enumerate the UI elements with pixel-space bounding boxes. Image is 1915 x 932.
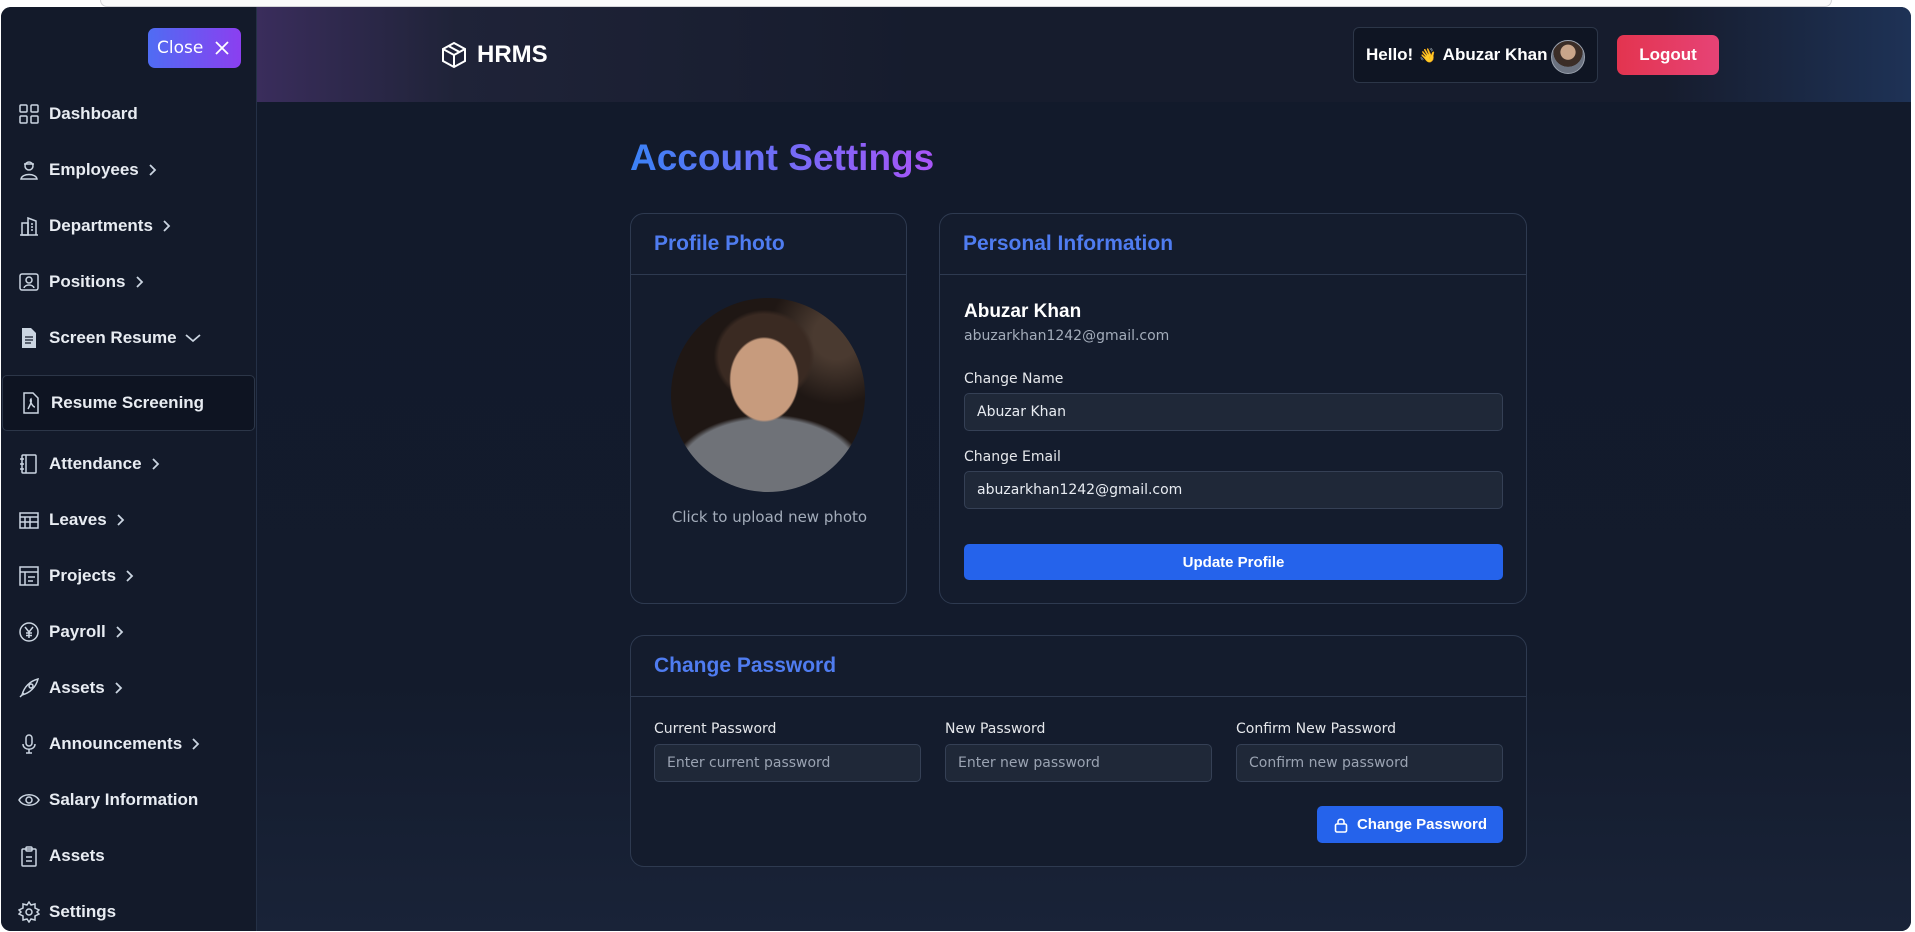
change-name-input[interactable] <box>964 393 1503 431</box>
sidebar-item-label: Payroll <box>49 622 106 641</box>
clipboard-icon <box>18 845 40 867</box>
change-password-card: Change Password Current Password New Pas… <box>630 635 1527 867</box>
sidebar-item-label: Screen Resume <box>49 328 177 347</box>
update-profile-button[interactable]: Update Profile <box>964 544 1503 580</box>
sidebar-item-label: Positions <box>49 272 126 291</box>
chevron-right-icon <box>147 164 159 176</box>
close-label: Close <box>157 38 204 58</box>
current-password-input[interactable] <box>654 744 921 782</box>
sidebar-item-label: Assets <box>49 678 105 697</box>
personal-information-title: Personal Information <box>940 214 1526 275</box>
upload-photo-hint[interactable]: Click to upload new photo <box>631 508 908 526</box>
sidebar-item-attendance[interactable]: Attendance <box>1 438 256 490</box>
building-icon <box>18 215 40 237</box>
page-title: Account Settings <box>630 137 935 178</box>
sidebar-item-settings[interactable]: Settings <box>1 886 256 931</box>
brand-name: HRMS <box>477 41 548 68</box>
lock-icon <box>1334 817 1348 833</box>
current-password-label: Current Password <box>654 721 777 737</box>
sidebar-item-assets[interactable]: Assets <box>1 662 256 714</box>
confirm-password-input[interactable] <box>1236 744 1503 782</box>
pdf-icon <box>20 392 42 414</box>
eye-icon <box>18 789 40 811</box>
sidebar-item-label: Resume Screening <box>51 393 205 412</box>
confirm-password-label: Confirm New Password <box>1236 721 1397 737</box>
sidebar-item-label: Attendance <box>49 454 142 473</box>
sidebar-item-positions[interactable]: Positions <box>1 256 256 308</box>
sidebar-item-label: Salary Information <box>49 790 199 809</box>
sidebar-item-label: Announcements <box>49 734 183 753</box>
profile-photo-card: Profile Photo Click to upload new photo <box>630 213 907 604</box>
change-email-input[interactable] <box>964 471 1503 509</box>
gear-icon <box>18 901 40 923</box>
top-header: HRMS Hello! 👋 Abuzar Khan Logout <box>257 7 1911 102</box>
profile-email: abuzarkhan1242@gmail.com <box>964 328 1170 344</box>
sidebar-item-label: Departments <box>49 216 153 235</box>
sidebar: Close Dashboard Employees Departments Po… <box>1 7 257 931</box>
profile-photo[interactable] <box>671 298 865 492</box>
chevron-right-icon <box>150 458 162 470</box>
yen-icon <box>18 621 40 643</box>
id-card-icon <box>18 271 40 293</box>
sidebar-item-dashboard[interactable]: Dashboard <box>1 88 256 140</box>
close-sidebar-button[interactable]: Close <box>148 28 241 68</box>
change-email-label: Change Email <box>964 449 1061 465</box>
new-password-input[interactable] <box>945 744 1212 782</box>
new-password-label: New Password <box>945 721 1046 737</box>
profile-name: Abuzar Khan <box>964 301 1082 322</box>
cube-icon <box>442 41 466 69</box>
chevron-right-icon <box>190 738 202 750</box>
person-icon <box>18 159 40 181</box>
logout-button[interactable]: Logout <box>1617 35 1719 75</box>
brand[interactable]: HRMS <box>439 40 548 70</box>
calendar-icon <box>18 509 40 531</box>
close-icon <box>215 41 229 55</box>
sidebar-item-salary-information[interactable]: Salary Information <box>1 774 256 826</box>
wave-icon: 👋 <box>1419 46 1437 63</box>
app-window: Close Dashboard Employees Departments Po… <box>1 7 1911 931</box>
microphone-icon <box>18 733 40 755</box>
sidebar-item-employees[interactable]: Employees <box>1 144 256 196</box>
chevron-right-icon <box>134 276 146 288</box>
avatar[interactable] <box>1551 40 1585 74</box>
sidebar-item-label: Assets <box>49 846 105 865</box>
project-icon <box>18 565 40 587</box>
chevron-right-icon <box>115 514 127 526</box>
sidebar-item-projects[interactable]: Projects <box>1 550 256 602</box>
sidebar-item-assets-2[interactable]: Assets <box>1 830 256 882</box>
sidebar-item-screen-resume[interactable]: Screen Resume <box>1 312 256 364</box>
document-icon <box>18 327 40 349</box>
browser-top-edge <box>100 0 1832 7</box>
change-name-label: Change Name <box>964 371 1064 387</box>
chevron-right-icon <box>114 626 126 638</box>
sidebar-item-payroll[interactable]: Payroll <box>1 606 256 658</box>
chevron-right-icon <box>124 570 136 582</box>
sidebar-item-leaves[interactable]: Leaves <box>1 494 256 546</box>
sidebar-item-departments[interactable]: Departments <box>1 200 256 252</box>
user-greeting: Hello! 👋 Abuzar Khan <box>1353 27 1598 83</box>
chevron-down-icon <box>184 332 201 344</box>
sidebar-item-label: Projects <box>49 566 117 585</box>
main-content: Account Settings Profile Photo Click to … <box>257 102 1911 931</box>
sidebar-item-label: Leaves <box>49 510 107 529</box>
sidebar-item-label: Employees <box>49 160 139 179</box>
change-password-label: Change Password <box>1356 816 1488 833</box>
chevron-right-icon <box>161 220 173 232</box>
change-password-title: Change Password <box>631 636 1526 697</box>
user-name: Abuzar Khan <box>1442 45 1548 64</box>
notebook-icon <box>18 453 40 475</box>
sidebar-item-resume-screening[interactable]: Resume Screening <box>2 375 255 431</box>
greeting-text: Hello! <box>1366 45 1414 64</box>
sidebar-item-label: Dashboard <box>49 104 138 123</box>
grid-icon <box>18 103 40 125</box>
personal-information-card: Personal Information Abuzar Khan abuzark… <box>939 213 1527 604</box>
sidebar-item-label: Settings <box>49 902 117 921</box>
chevron-right-icon <box>113 682 125 694</box>
rocket-icon <box>18 677 40 699</box>
profile-photo-title: Profile Photo <box>631 214 906 275</box>
sidebar-item-announcements[interactable]: Announcements <box>1 718 256 770</box>
change-password-button[interactable]: Change Password <box>1317 806 1503 843</box>
